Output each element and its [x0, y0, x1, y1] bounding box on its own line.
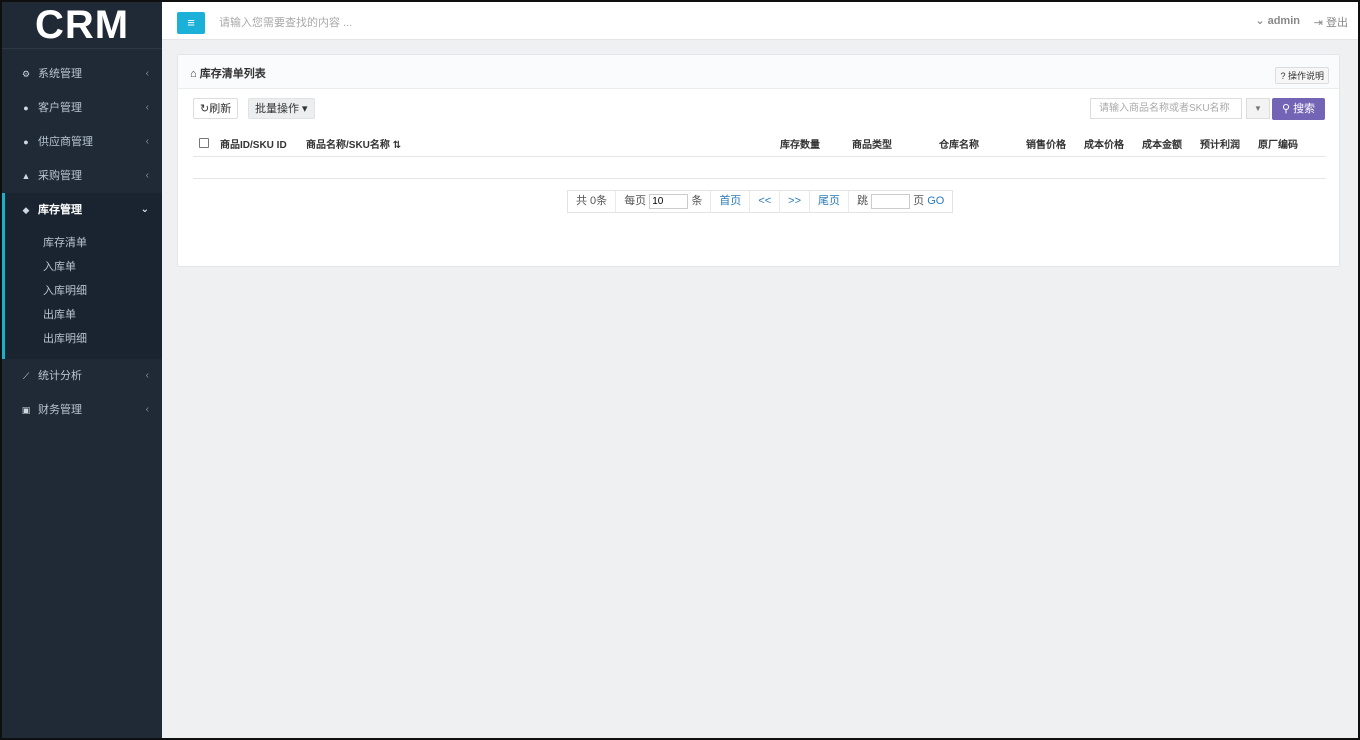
panel-header: ⌂ 库存清单列表 ? 操作说明	[178, 55, 1339, 89]
money-icon: ▣	[21, 405, 31, 415]
user-menu[interactable]: ⌄ admin	[1255, 14, 1300, 27]
jump-page-input[interactable]	[871, 193, 911, 209]
last-page-link[interactable]: 尾页	[810, 191, 850, 212]
sidebar-item-statistics[interactable]: ⟋ 统计分析 ‹	[2, 359, 162, 393]
jump-prefix: 跳	[857, 195, 869, 207]
column-label: 商品名称/SKU名称	[306, 140, 390, 151]
cogs-icon: ⚙	[21, 69, 31, 79]
inventory-panel: ⌂ 库存清单列表 ? 操作说明 ↻刷新 批量操作 ▾ ▼ ⚲ 搜索 商品ID/S…	[177, 54, 1340, 267]
table-header: 商品ID/SKU ID 商品名称/SKU名称 ⇅ 库存数量 商品类型 仓库名称 …	[193, 130, 1326, 157]
per-page-input[interactable]	[649, 193, 689, 209]
page-title-text: 库存清单列表	[199, 68, 266, 80]
prev-page-link[interactable]: <<	[750, 191, 781, 212]
caret-down-icon: ▼	[1254, 104, 1262, 113]
chevron-left-icon: ‹	[145, 136, 149, 147]
sidebar: CRM ⚙ 系统管理 ‹ ● 客户管理 ‹ ● 供应商管理 ‹ ▲ 采购管理 ‹ ◆ 库存…	[2, 2, 162, 738]
chevron-down-icon: ⌄	[140, 204, 149, 215]
sidebar-item-label: 库存管理	[38, 204, 82, 216]
user-icon: ●	[23, 103, 29, 113]
sidebar-item-customer[interactable]: ● 客户管理 ‹	[2, 91, 162, 125]
column-header-product-name[interactable]: 商品名称/SKU名称 ⇅	[306, 136, 401, 151]
sidebar-item-label: 统计分析	[38, 370, 82, 382]
cart-icon: ▲	[21, 171, 31, 181]
jump-to-page: 跳 页 GO	[849, 191, 952, 212]
column-header-expected-profit[interactable]: 预计利润	[1200, 136, 1240, 151]
refresh-button[interactable]: ↻刷新	[193, 98, 239, 119]
refresh-label: 刷新	[209, 103, 232, 115]
app-frame: CRM ⚙ 系统管理 ‹ ● 客户管理 ‹ ● 供应商管理 ‹ ▲ 采购管理 ‹ ◆ 库存…	[2, 2, 1358, 738]
top-bar: ≡ ⌄ admin ⇥ 登出	[162, 2, 1358, 40]
submenu-item-inbound-detail[interactable]: 入库明细	[5, 279, 162, 303]
column-header-sale-price[interactable]: 销售价格	[1026, 136, 1066, 151]
sidebar-item-label: 供应商管理	[38, 136, 93, 148]
help-label: 操作说明	[1287, 71, 1324, 81]
batch-label: 批量操作	[255, 103, 299, 115]
chevron-left-icon: ‹	[145, 404, 149, 415]
sign-out-icon: ⇥	[1313, 17, 1326, 29]
select-all-checkbox[interactable]	[199, 138, 209, 148]
search-button[interactable]: ⚲ 搜索	[1272, 98, 1325, 120]
users-icon: ●	[23, 137, 29, 147]
submenu-item-outbound-detail[interactable]: 出库明细	[5, 327, 162, 351]
column-header-cost-price[interactable]: 成本价格	[1084, 136, 1124, 151]
column-header-stock-qty[interactable]: 库存数量	[780, 136, 820, 151]
chevron-left-icon: ‹	[145, 102, 149, 113]
batch-actions-button[interactable]: 批量操作 ▾	[248, 98, 315, 119]
jump-suffix: 页	[913, 195, 925, 207]
global-search-input[interactable]	[217, 12, 521, 34]
chevron-down-icon: ⌄	[1255, 15, 1268, 27]
logout-label: 登出	[1326, 17, 1348, 29]
sidebar-nav: ⚙ 系统管理 ‹ ● 客户管理 ‹ ● 供应商管理 ‹ ▲ 采购管理 ‹ ◆ 库存管理 ⌄…	[2, 57, 162, 427]
user-name: admin	[1267, 15, 1300, 27]
submenu-item-outbound[interactable]: 出库单	[5, 303, 162, 327]
sidebar-item-label: 采购管理	[38, 170, 82, 182]
column-header-product-id[interactable]: 商品ID/SKU ID	[220, 136, 287, 151]
next-page-link[interactable]: >>	[780, 191, 811, 212]
caret-down-icon: ▾	[299, 103, 308, 115]
search-icon: ⚲	[1281, 103, 1294, 115]
hamburger-icon: ≡	[187, 15, 195, 30]
inventory-submenu: 库存清单 入库单 入库明细 出库单 出库明细	[2, 227, 162, 359]
search-label: 搜索	[1293, 103, 1316, 115]
total-count: 共 0条	[568, 191, 617, 212]
sidebar-item-finance[interactable]: ▣ 财务管理 ‹	[2, 393, 162, 427]
sidebar-item-inventory[interactable]: ◆ 库存管理 ⌄	[2, 193, 162, 227]
column-header-cost-amount[interactable]: 成本金额	[1142, 136, 1182, 151]
cube-icon: ◆	[22, 205, 30, 215]
submenu-item-stock-list[interactable]: 库存清单	[5, 231, 162, 255]
app-logo: CRM	[2, 2, 162, 49]
sort-icon: ⇅	[392, 140, 402, 151]
sidebar-item-supplier[interactable]: ● 供应商管理 ‹	[2, 125, 162, 159]
chart-icon: ⟋	[22, 371, 30, 381]
logout-button[interactable]: ⇥ 登出	[1314, 14, 1348, 30]
sidebar-item-label: 客户管理	[38, 102, 82, 114]
home-icon: ⌂	[190, 68, 200, 80]
sidebar-item-label: 系统管理	[38, 68, 82, 80]
search-options-dropdown[interactable]: ▼	[1246, 98, 1270, 119]
chevron-left-icon: ‹	[145, 68, 149, 79]
go-button[interactable]: GO	[927, 195, 944, 207]
sidebar-item-purchase[interactable]: ▲ 采购管理 ‹	[2, 159, 162, 193]
pagination: 共 0条 每页 条 首页 << >> 尾页 跳 页 GO	[567, 190, 954, 213]
help-button[interactable]: ? 操作说明	[1275, 67, 1329, 84]
first-page-link[interactable]: 首页	[711, 191, 751, 212]
page-title: ⌂ 库存清单列表	[190, 65, 266, 81]
product-search-input[interactable]	[1090, 98, 1242, 119]
table-bottom-border	[193, 178, 1326, 179]
per-page-suffix: 条	[691, 195, 703, 207]
chevron-left-icon: ‹	[145, 170, 149, 181]
question-icon: ?	[1280, 71, 1288, 81]
column-header-warehouse[interactable]: 仓库名称	[939, 136, 979, 151]
refresh-icon: ↻	[200, 103, 210, 115]
column-header-factory-code[interactable]: 原厂编码	[1258, 136, 1298, 151]
submenu-item-inbound[interactable]: 入库单	[5, 255, 162, 279]
chevron-left-icon: ‹	[145, 370, 149, 381]
per-page: 每页 条	[616, 191, 712, 212]
per-page-prefix: 每页	[624, 195, 647, 207]
menu-toggle-button[interactable]: ≡	[177, 12, 205, 34]
column-header-product-type[interactable]: 商品类型	[852, 136, 892, 151]
sidebar-item-system[interactable]: ⚙ 系统管理 ‹	[2, 57, 162, 91]
sidebar-item-label: 财务管理	[38, 404, 82, 416]
